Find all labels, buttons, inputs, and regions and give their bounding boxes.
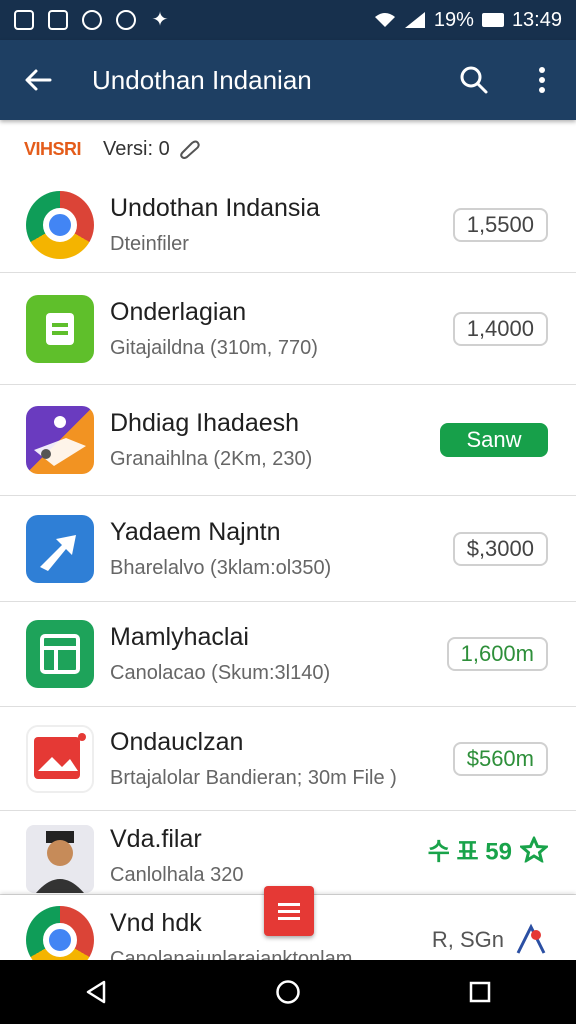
price-button[interactable]: 1,600m (446, 637, 548, 671)
list-item[interactable]: Onderlagian Gitajaildna (310m, 770) 1,40… (0, 273, 576, 385)
star-notification-icon: ✦ (151, 9, 169, 31)
storage-app-icon (26, 294, 94, 363)
price-button[interactable]: 1,4000 (452, 311, 548, 346)
status-bar: ✦ 19% 13:49 (0, 0, 576, 40)
page-title: Undothan Indanian (92, 64, 312, 95)
nav-recents-button[interactable] (450, 960, 510, 1024)
search-icon (460, 66, 488, 94)
star-icon (520, 836, 548, 862)
back-button[interactable] (0, 40, 76, 120)
chrome-app-icon (26, 906, 94, 960)
list-item[interactable]: Undothan Indansia Dteinfiler 1,5500 (0, 178, 576, 273)
app-bar: Undothan Indanian (0, 40, 576, 120)
list-item[interactable]: Dhdiag Ihadaesh Granaihlna (2Km, 230) Sa… (0, 385, 576, 496)
battery-percent: 19% (433, 8, 474, 31)
version-brand: VIHSRI (24, 138, 82, 159)
profile-photo-icon (26, 825, 94, 893)
attachment-icon (179, 140, 200, 159)
chrome-app-icon (26, 191, 94, 259)
app-notification-icon (116, 10, 136, 30)
arrow-app-icon (26, 514, 94, 583)
price-button[interactable]: $,3000 (452, 531, 548, 566)
back-triangle-icon (86, 980, 106, 1004)
back-arrow-icon (25, 69, 52, 91)
price-button[interactable]: 1,5500 (452, 208, 548, 242)
version-label: Versi: 0 (103, 138, 200, 161)
gallery-notification-icon (48, 10, 68, 30)
more-vert-icon (539, 67, 545, 93)
app-list: Undothan Indansia Dteinfiler 1,5500 Onde… (0, 178, 576, 960)
clock: 13:49 (511, 8, 562, 31)
app-list-content[interactable]: VIHSRI Versi: 0 Undothan Indansia Dteinf… (0, 120, 576, 960)
overflow-menu-button[interactable] (508, 40, 576, 120)
rating-badge: 수 표 59 (428, 832, 548, 867)
signal-icon (404, 12, 425, 28)
home-circle-icon (276, 980, 300, 1004)
nav-back-button[interactable] (66, 960, 126, 1024)
battery-icon (481, 13, 504, 27)
nav-home-button[interactable] (258, 960, 318, 1024)
sheets-app-icon (26, 620, 94, 688)
item-subtitle: Canlolhala 320 (110, 864, 244, 886)
menu-fab-button[interactable] (264, 886, 314, 936)
recents-square-icon (469, 981, 491, 1003)
list-item[interactable]: Ondauclzan Brtajalolar Bandieran; 30m Fi… (0, 707, 576, 811)
search-button[interactable] (440, 40, 508, 120)
sync-notification-icon (82, 10, 102, 30)
tool-app-icon (26, 406, 94, 474)
wifi-icon (374, 13, 395, 27)
menu-icon (278, 902, 300, 906)
version-row: VIHSRI Versi: 0 (0, 120, 576, 178)
navigation-bar (0, 960, 576, 1024)
list-item[interactable]: Mamlyhaclai Canolacao (Skum:3l140) 1,600… (0, 602, 576, 707)
image-notification-icon (14, 10, 34, 30)
price-label: R, SGn (432, 923, 548, 957)
list-item[interactable]: Yadaem Najntn Bharelalvo (3klam:ol350) $… (0, 496, 576, 602)
install-button[interactable]: Sanw (440, 423, 548, 457)
list-item[interactable]: Vda.filar Canlolhala 320 수 표 59 (0, 811, 576, 895)
logo-icon (516, 923, 546, 954)
price-button[interactable]: $560m (452, 741, 548, 776)
photo-app-icon (26, 724, 94, 793)
